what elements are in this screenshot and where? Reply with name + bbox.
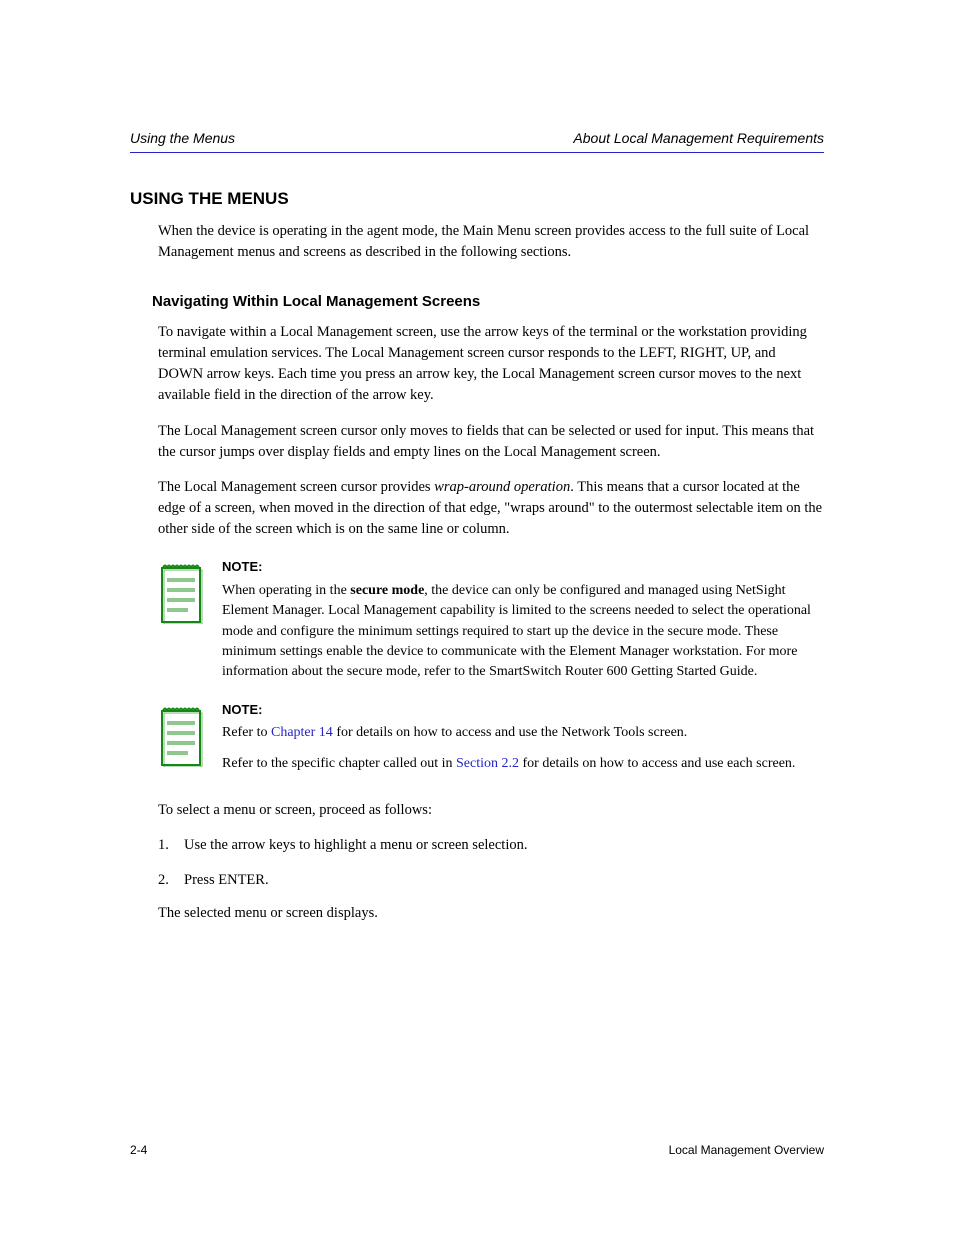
body-paragraph-2: The Local Management screen cursor only …: [158, 421, 824, 463]
note2-line1-suffix: for details on how to access and use the…: [333, 725, 688, 740]
notepad-icon: [158, 703, 204, 767]
body-paragraph-1: To navigate within a Local Management sc…: [158, 322, 824, 406]
step-1: 1. Use the arrow keys to highlight a men…: [158, 835, 824, 856]
note2-line1-prefix: Refer to: [222, 725, 271, 740]
note-1-text: NOTE: When operating in the secure mode,…: [222, 558, 824, 682]
note-heading: NOTE:: [222, 701, 824, 720]
header-right: About Local Management Requirements: [573, 130, 824, 146]
notepad-icon: [158, 560, 204, 624]
note2-line2: Refer to the specific chapter called out…: [222, 754, 824, 774]
note-heading: NOTE:: [222, 558, 824, 577]
body-paragraph-3: The Local Management screen cursor provi…: [158, 477, 824, 540]
subsection-heading: Navigating Within Local Management Scree…: [152, 293, 824, 310]
running-header: Using the Menus About Local Management R…: [130, 130, 824, 146]
step-number: 1.: [158, 835, 184, 856]
header-rule: [130, 152, 824, 153]
header-left: Using the Menus: [130, 130, 235, 146]
body3-prefix: The Local Management screen cursor provi…: [158, 479, 434, 495]
intro-paragraph: When the device is operating in the agen…: [158, 221, 824, 263]
chapter-link[interactable]: Chapter 14: [271, 725, 333, 740]
step-2: 2. Press ENTER.: [158, 870, 824, 891]
section-link[interactable]: Section 2.2: [456, 756, 519, 771]
note2-line2-suffix: for details on how to access and use eac…: [519, 756, 795, 771]
footer-right-chapter: Local Management Overview: [669, 1143, 824, 1157]
note2-line2-prefix: Refer to the specific chapter called out…: [222, 756, 456, 771]
step-number: 2.: [158, 870, 184, 891]
step-text: Use the arrow keys to highlight a menu o…: [184, 835, 824, 856]
note-block-2: NOTE: Refer to Chapter 14 for details on…: [158, 703, 824, 774]
section-heading: USING THE MENUS: [130, 189, 824, 209]
step-text: Press ENTER.: [184, 870, 824, 891]
note-block-1: NOTE: When operating in the secure mode,…: [158, 560, 824, 682]
note1-bold: secure mode: [350, 583, 424, 598]
procedure-intro: To select a menu or screen, proceed as f…: [158, 800, 824, 821]
closing-paragraph: The selected menu or screen displays.: [158, 903, 824, 924]
page-footer: 2-4 Local Management Overview: [130, 1143, 824, 1157]
body3-emphasis: wrap-around operation: [434, 479, 570, 495]
note-2-text: NOTE: Refer to Chapter 14 for details on…: [222, 701, 824, 774]
footer-left-page-number: 2-4: [130, 1143, 147, 1157]
note1-prefix: When operating in the: [222, 583, 350, 598]
page: Using the Menus About Local Management R…: [0, 0, 954, 1235]
note2-line1: Refer to Chapter 14 for details on how t…: [222, 723, 824, 743]
